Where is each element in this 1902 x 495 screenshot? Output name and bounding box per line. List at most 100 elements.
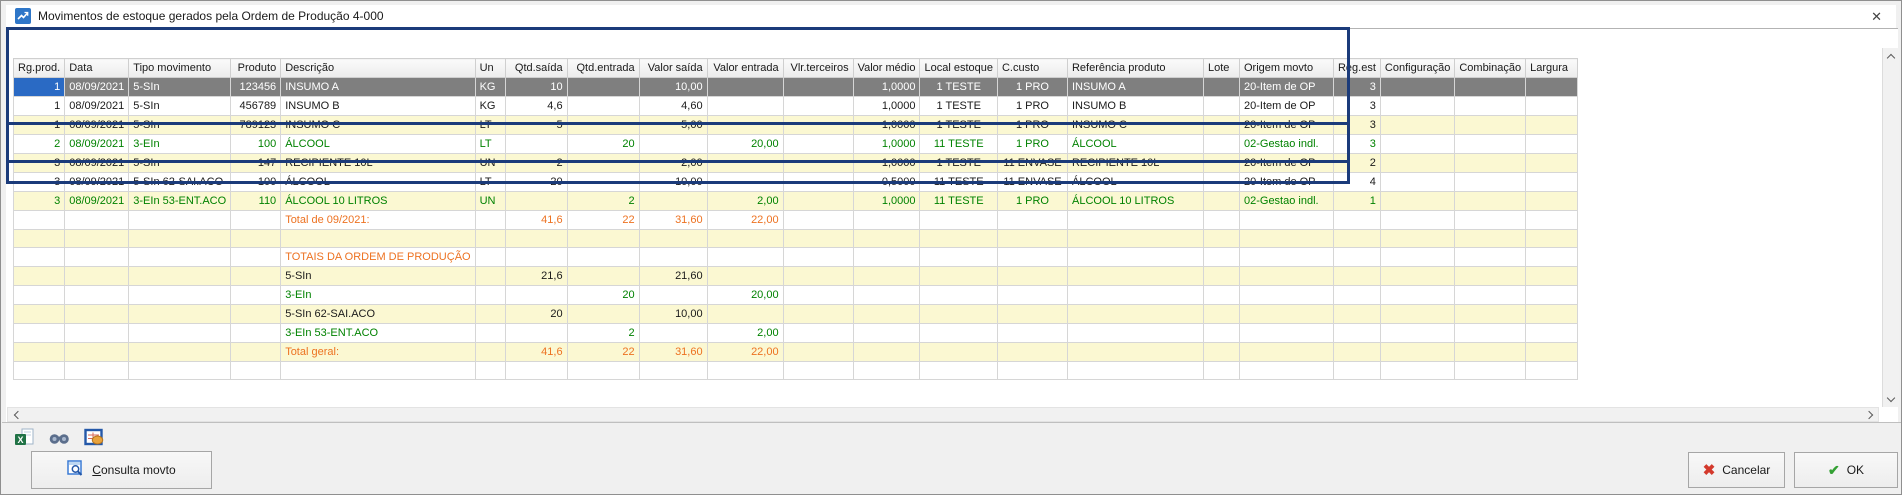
grid-cell[interactable] <box>1067 362 1203 380</box>
grid-cell[interactable] <box>920 324 998 343</box>
grid-cell[interactable] <box>783 248 853 267</box>
grid-cell[interactable] <box>475 211 505 230</box>
grid-cell[interactable] <box>1526 78 1578 97</box>
grid-cell[interactable]: ÁLCOOL <box>1067 173 1203 192</box>
grid-cell[interactable] <box>920 230 998 248</box>
grid-cell[interactable]: 08/09/2021 <box>65 78 129 97</box>
column-header-2[interactable]: Tipo movimento <box>129 59 231 78</box>
grid-cell[interactable] <box>567 116 639 135</box>
grid-cell[interactable]: ÁLCOOL 10 LITROS <box>1067 192 1203 211</box>
grid-cell[interactable] <box>475 305 505 324</box>
grid-cell[interactable] <box>853 230 920 248</box>
grid-cell[interactable] <box>920 305 998 324</box>
consulta-movto-button[interactable]: Consulta movto <box>31 451 212 489</box>
grid-cell[interactable]: UN <box>475 154 505 173</box>
grid-cell[interactable] <box>1239 248 1333 267</box>
grid-cell[interactable] <box>14 248 65 267</box>
grid-cell[interactable]: 11 TESTE <box>920 135 998 154</box>
grid-cell[interactable] <box>920 343 998 362</box>
grid-cell[interactable] <box>129 267 231 286</box>
grid-cell[interactable] <box>1203 324 1239 343</box>
grid-cell[interactable] <box>1380 116 1454 135</box>
grid-cell[interactable] <box>639 362 707 380</box>
grid-cell[interactable] <box>1526 248 1578 267</box>
grid-cell[interactable]: LT <box>475 135 505 154</box>
vertical-scrollbar[interactable] <box>1882 48 1899 407</box>
grid-cell[interactable] <box>783 286 853 305</box>
grid-cell[interactable]: 3-EIn 53-ENT.ACO <box>281 324 475 343</box>
grid-cell[interactable] <box>1455 248 1526 267</box>
grid-cell[interactable] <box>231 362 281 380</box>
grid-cell[interactable] <box>65 324 129 343</box>
grid-cell[interactable]: 11 ENVASE <box>997 154 1067 173</box>
grid-cell[interactable]: 20-Item de OP <box>1239 154 1333 173</box>
grid-cell[interactable] <box>231 305 281 324</box>
grid-cell[interactable] <box>783 305 853 324</box>
column-header-6[interactable]: Qtd.saída <box>505 59 567 78</box>
excel-export-icon[interactable]: X <box>14 428 38 448</box>
grid-cell[interactable]: 1,0000 <box>853 116 920 135</box>
grid-cell[interactable] <box>997 286 1067 305</box>
grid-cell[interactable] <box>1239 286 1333 305</box>
grid-cell[interactable]: 1 TESTE <box>920 154 998 173</box>
grid-cell[interactable] <box>567 78 639 97</box>
grid-cell[interactable]: UN <box>475 192 505 211</box>
grid-cell[interactable]: 110 <box>231 192 281 211</box>
grid-cell[interactable] <box>1203 173 1239 192</box>
grid-cell[interactable]: 08/09/2021 <box>65 154 129 173</box>
column-header-12[interactable]: Local estoque <box>920 59 998 78</box>
grid-cell[interactable] <box>707 97 783 116</box>
grid-cell[interactable] <box>1203 211 1239 230</box>
grid-cell[interactable]: 20 <box>567 286 639 305</box>
grid-cell[interactable] <box>853 343 920 362</box>
grid-cell[interactable]: 5-SIn 62-SAI.ACO <box>129 173 231 192</box>
column-header-18[interactable]: Configuração <box>1380 59 1454 78</box>
grid-cell[interactable] <box>567 97 639 116</box>
grid-cell[interactable]: 08/09/2021 <box>65 97 129 116</box>
grid-cell[interactable]: LT <box>475 116 505 135</box>
grid-cell[interactable]: LT <box>475 173 505 192</box>
grid-cell[interactable] <box>65 211 129 230</box>
grid-cell[interactable] <box>1203 362 1239 380</box>
grid-cell[interactable] <box>1067 343 1203 362</box>
grid-cell[interactable] <box>1380 286 1454 305</box>
grid-cell[interactable] <box>475 343 505 362</box>
grid-cell[interactable]: 31,60 <box>639 343 707 362</box>
grid-cell[interactable] <box>783 78 853 97</box>
grid-cell[interactable] <box>997 362 1067 380</box>
grid-cell[interactable] <box>1380 154 1454 173</box>
grid-cell[interactable] <box>1455 230 1526 248</box>
grid-cell[interactable] <box>707 78 783 97</box>
grid-cell[interactable] <box>783 211 853 230</box>
grid-cell[interactable]: 10,00 <box>639 305 707 324</box>
grid-cell[interactable] <box>1333 362 1380 380</box>
grid-cell[interactable] <box>1333 324 1380 343</box>
grid-cell[interactable]: 22 <box>567 211 639 230</box>
grid-cell[interactable] <box>1333 305 1380 324</box>
grid-cell[interactable] <box>129 362 231 380</box>
grid-cell[interactable] <box>567 248 639 267</box>
grid-cell[interactable]: 1 <box>14 116 65 135</box>
column-header-10[interactable]: Vlr.terceiros <box>783 59 853 78</box>
grid-cell[interactable] <box>231 267 281 286</box>
column-header-8[interactable]: Valor saída <box>639 59 707 78</box>
grid-cell[interactable] <box>783 324 853 343</box>
grid-cell[interactable]: 20 <box>505 305 567 324</box>
grid-cell[interactable] <box>1203 286 1239 305</box>
grid-cell[interactable] <box>1526 286 1578 305</box>
grid-cell[interactable] <box>1455 173 1526 192</box>
grid-cell[interactable]: 5-SIn <box>281 267 475 286</box>
grid-cell[interactable] <box>783 230 853 248</box>
grid-cell[interactable] <box>1203 192 1239 211</box>
column-header-7[interactable]: Qtd.entrada <box>567 59 639 78</box>
grid-cell[interactable] <box>1455 305 1526 324</box>
grid-cell[interactable] <box>567 267 639 286</box>
grid-cell[interactable] <box>1239 230 1333 248</box>
grid-cell[interactable] <box>920 211 998 230</box>
grid-cell[interactable] <box>1203 135 1239 154</box>
grid-cell[interactable] <box>1380 97 1454 116</box>
grid-cell[interactable]: 100 <box>231 135 281 154</box>
grid-cell[interactable]: 21,60 <box>639 267 707 286</box>
grid-cell[interactable]: 21,6 <box>505 267 567 286</box>
grid-cell[interactable] <box>853 248 920 267</box>
